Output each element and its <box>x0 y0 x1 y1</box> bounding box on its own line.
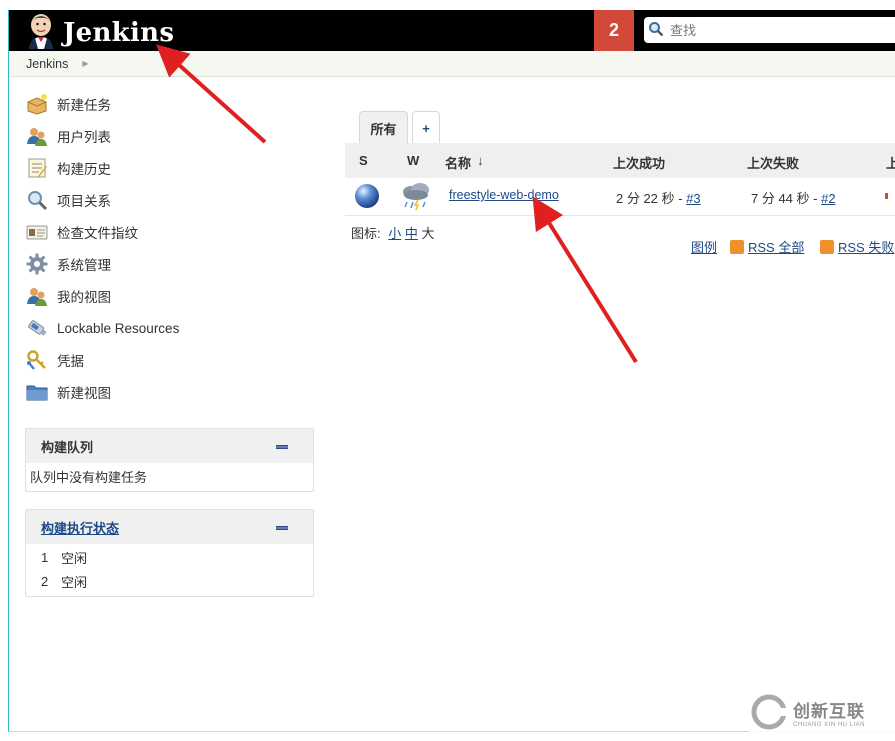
watermark-text: 创新互联 <box>793 701 865 721</box>
watermark: 创新互联 CHUANG XIN HU LIAN <box>749 688 895 736</box>
arrow-to-job <box>532 196 638 364</box>
annotation-arrows <box>156 44 638 364</box>
watermark-logo-icon <box>751 694 787 730</box>
arrow-to-logo <box>156 44 267 144</box>
watermark-subtext: CHUANG XIN HU LIAN <box>793 721 866 728</box>
